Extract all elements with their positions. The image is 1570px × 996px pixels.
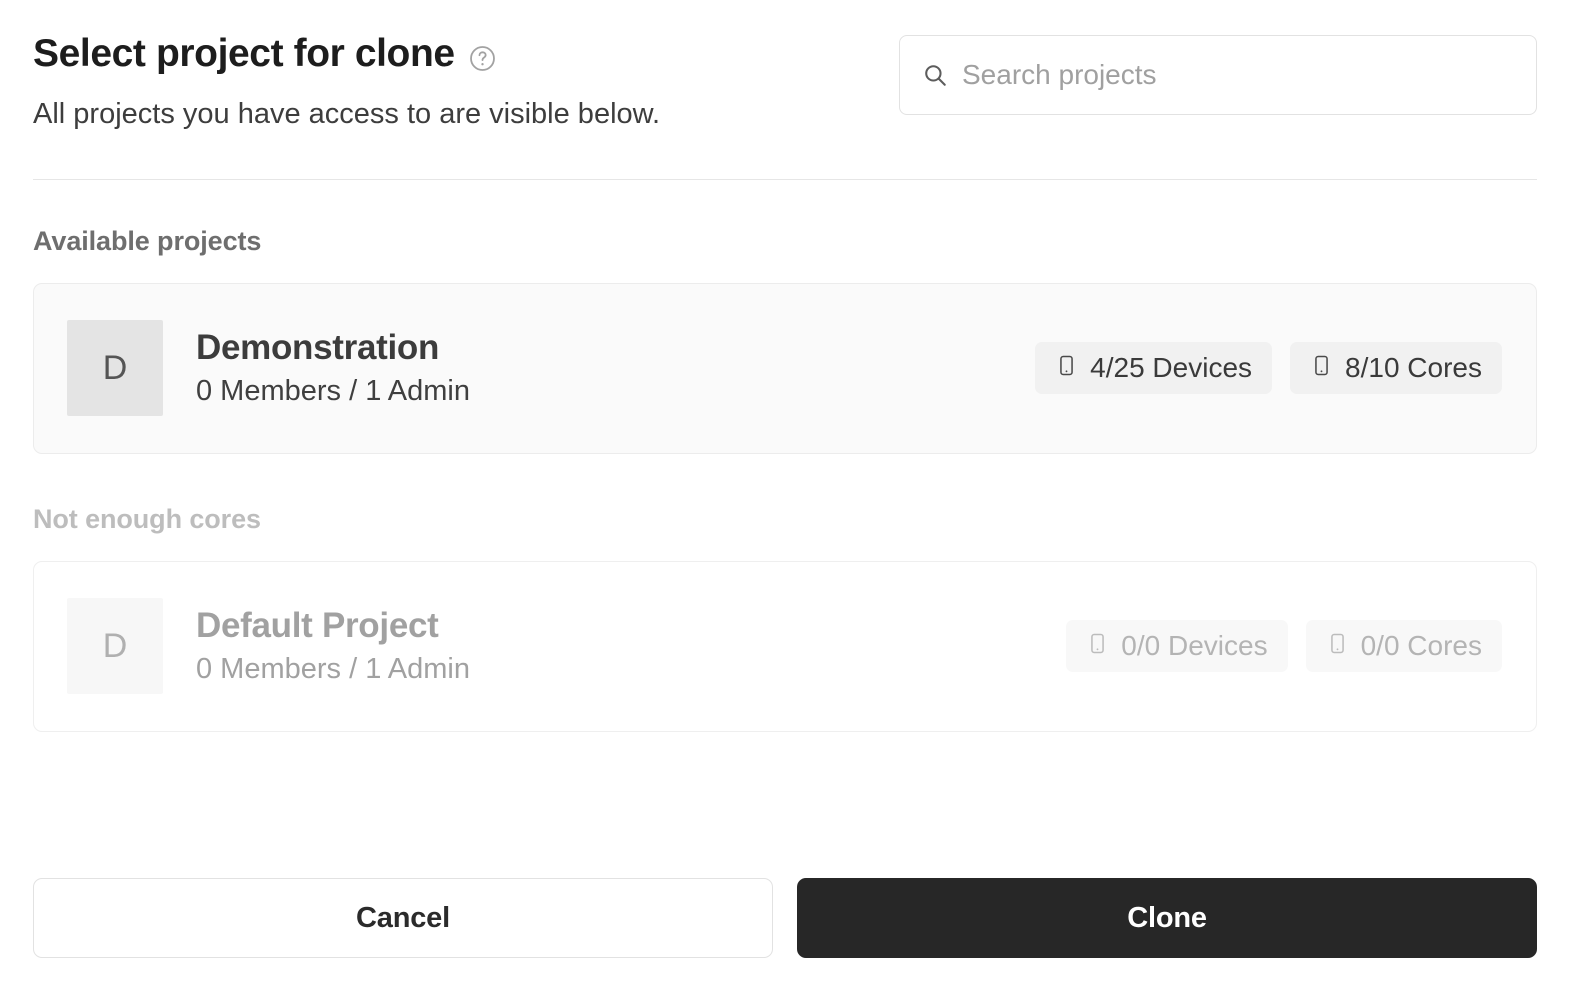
project-members: 0 Members / 1 Admin (196, 375, 470, 408)
badge-label: 0/0 Cores (1360, 630, 1482, 662)
disabled-project-list: D Default Project 0 Members / 1 Admin 0/ (33, 560, 1537, 732)
avatar: D (67, 598, 163, 695)
project-meta: Demonstration 0 Members / 1 Admin (196, 328, 1035, 408)
status-badge-devices: 4/25 Devices (1035, 342, 1273, 395)
dialog-subtitle: All projects you have access to are visi… (33, 97, 661, 130)
search-projects-box[interactable] (899, 35, 1537, 115)
badge-label: 4/25 Devices (1090, 352, 1253, 384)
device-icon (1055, 352, 1078, 384)
project-name: Demonstration (196, 328, 440, 368)
project-row-demonstration[interactable]: D Demonstration 0 Members / 1 Admin 4/25 (33, 282, 1537, 454)
project-members: 0 Members / 1 Admin (196, 653, 470, 686)
title-row: Select project for clone (33, 32, 660, 75)
project-row-default-project: D Default Project 0 Members / 1 Admin 0/ (33, 560, 1537, 732)
available-project-list: D Demonstration 0 Members / 1 Admin 4/25 (33, 282, 1537, 454)
device-icon (1086, 630, 1109, 662)
help-circle-icon[interactable] (469, 45, 496, 72)
device-icon (1310, 352, 1333, 384)
page-title: Select project for clone (33, 32, 455, 75)
cancel-button[interactable]: Cancel (33, 878, 773, 958)
select-project-dialog: Select project for clone All projects yo… (0, 0, 1570, 996)
project-group-not-enough-cores: Not enough cores D Default Project 0 Mem… (33, 504, 1537, 732)
group-label-not-enough-cores: Not enough cores (33, 503, 261, 534)
clone-button[interactable]: Clone (797, 878, 1537, 958)
device-icon (1326, 630, 1349, 662)
project-badges: 4/25 Devices 8/10 Cores (1035, 342, 1502, 395)
header-divider (33, 178, 1537, 180)
group-label-available: Available projects (33, 225, 262, 256)
status-badge-devices: 0/0 Devices (1066, 620, 1288, 673)
avatar: D (67, 320, 163, 417)
badge-label: 8/10 Cores (1345, 352, 1482, 384)
project-name: Default Project (196, 606, 439, 646)
dialog-footer: Cancel Clone (33, 878, 1537, 958)
search-icon (922, 62, 948, 88)
dialog-header: Select project for clone All projects yo… (33, 0, 1537, 132)
project-group-available: Available projects D Demonstration 0 Mem… (33, 226, 1537, 454)
project-badges: 0/0 Devices 0/0 Cores (1066, 620, 1502, 673)
status-badge-cores: 0/0 Cores (1305, 620, 1502, 673)
search-input[interactable] (962, 59, 1514, 91)
badge-label: 0/0 Devices (1121, 630, 1268, 662)
dialog-header-text: Select project for clone All projects yo… (33, 32, 661, 132)
project-meta: Default Project 0 Members / 1 Admin (196, 606, 1066, 686)
status-badge-cores: 8/10 Cores (1290, 342, 1502, 395)
